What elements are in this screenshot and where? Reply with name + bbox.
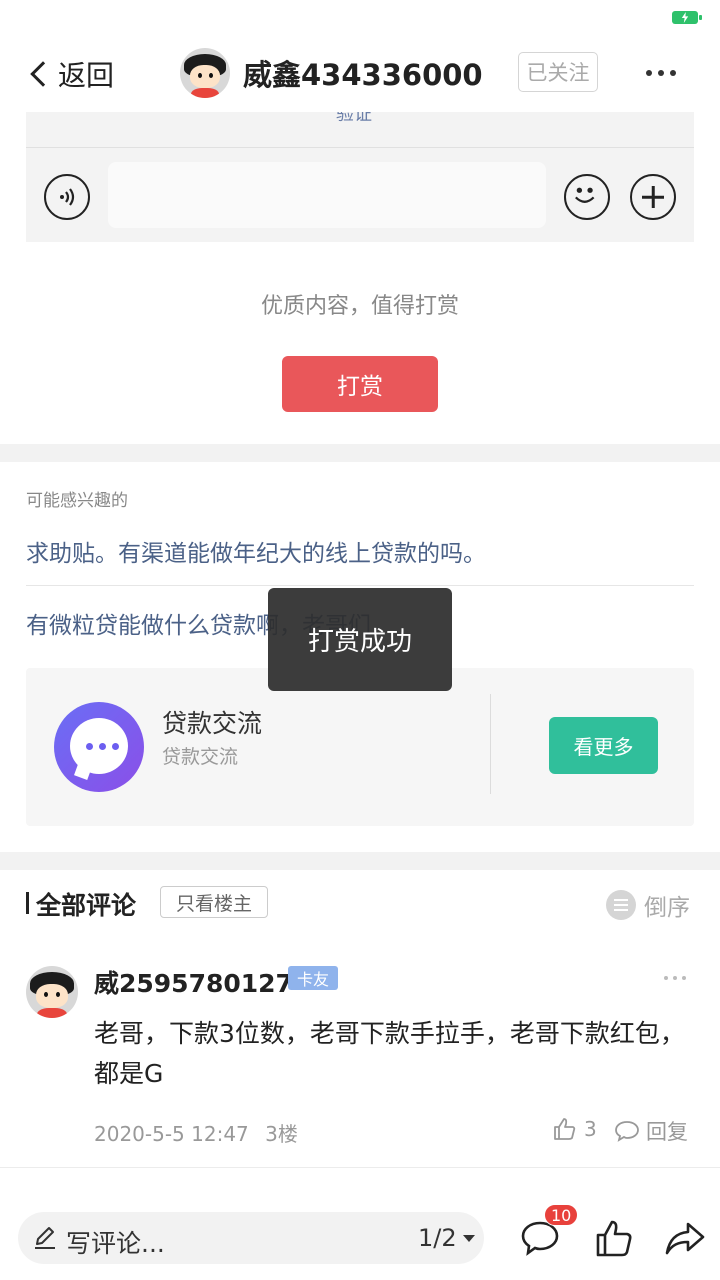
page-indicator: 1/2 xyxy=(418,1224,457,1252)
related-post-link[interactable]: 求助贴。有渠道能做年纪大的线上贷款的吗。 xyxy=(26,534,694,586)
more-dots-icon[interactable] xyxy=(664,976,686,982)
reply-icon xyxy=(615,1121,639,1142)
share-icon[interactable] xyxy=(664,1218,706,1258)
reward-button[interactable]: 打赏 xyxy=(282,356,438,412)
more-dots-icon[interactable] xyxy=(646,70,676,78)
page-selector[interactable]: 1/2 xyxy=(418,1224,475,1252)
group-name: 贷款交流 xyxy=(162,709,263,738)
comment-text: 老哥，下款3位数，老哥下款手拉手，老哥下款红包，都是G xyxy=(94,1019,685,1088)
reward-success-toast: 打赏成功 xyxy=(268,588,452,691)
comment-input-panel: 验证 xyxy=(26,112,694,242)
battery-icon xyxy=(672,11,702,24)
comment-count-badge: 10 xyxy=(544,1204,579,1226)
write-comment-placeholder: 写评论... xyxy=(66,1229,165,1258)
back-button[interactable]: 返回 xyxy=(26,54,114,94)
back-label: 返回 xyxy=(58,59,115,92)
author-name[interactable]: 威鑫434336000 xyxy=(243,52,483,94)
comment-floor: 3楼 xyxy=(265,1122,298,1146)
comment-meta: 2020-5-5 12:47 3楼 xyxy=(94,1118,298,1147)
reward-prompt: 优质内容，值得打赏 xyxy=(260,294,459,319)
comments-header: 全部评论 只看楼主 倒序 xyxy=(0,870,720,940)
voice-icon xyxy=(60,188,75,206)
group-card[interactable]: 贷款交流 贷款交流 看更多 xyxy=(26,668,694,826)
emoji-icon xyxy=(575,187,595,203)
bottom-toolbar: 写评论... 1/2 10 xyxy=(0,1194,720,1280)
divider xyxy=(490,694,491,794)
user-badge: 卡友 xyxy=(288,966,338,990)
section-divider xyxy=(0,852,720,870)
title-marker xyxy=(26,892,29,914)
thumbs-up-icon xyxy=(554,1118,576,1140)
comments-title: 全部评论 xyxy=(36,891,137,920)
nav-bar: 返回 威鑫434336000 已关注 xyxy=(0,36,720,112)
write-comment-input[interactable]: 写评论... 1/2 xyxy=(18,1212,484,1264)
caret-down-icon xyxy=(462,1234,475,1242)
emoji-button[interactable] xyxy=(564,174,610,220)
comment-date: 2020-5-5 12:47 xyxy=(94,1122,249,1146)
follow-button[interactable]: 已关注 xyxy=(518,52,598,92)
like-count: 3 xyxy=(584,1117,597,1141)
status-bar xyxy=(0,0,720,36)
back-chevron-icon xyxy=(30,61,56,87)
chat-bubble-icon xyxy=(54,702,144,792)
sort-order-toggle[interactable]: 倒序 xyxy=(606,888,690,922)
section-divider xyxy=(0,444,720,462)
comment-item: 威2595780127 卡友 老哥，下款3位数，老哥下款手拉手，老哥下款红包，都… xyxy=(0,960,720,1168)
sort-label: 倒序 xyxy=(644,895,690,921)
reply-label: 回复 xyxy=(646,1120,688,1144)
owner-only-button[interactable]: 只看楼主 xyxy=(160,886,268,918)
comment-username[interactable]: 威2595780127 xyxy=(94,964,293,1000)
reply-button[interactable]: 回复 xyxy=(614,1116,688,1146)
view-more-button[interactable]: 看更多 xyxy=(549,717,658,774)
message-text-input[interactable] xyxy=(108,162,546,228)
sort-icon xyxy=(606,890,636,920)
verify-strip: 验证 xyxy=(26,112,694,148)
avatar[interactable] xyxy=(26,966,78,1018)
related-section-title: 可能感兴趣的 xyxy=(26,491,128,511)
pencil-icon xyxy=(35,1227,55,1249)
plus-button[interactable] xyxy=(630,174,676,220)
voice-button[interactable] xyxy=(44,174,90,220)
like-button[interactable]: 3 xyxy=(552,1116,597,1142)
verify-link[interactable]: 验证 xyxy=(336,112,372,126)
author-avatar[interactable] xyxy=(180,48,230,98)
group-subtitle: 贷款交流 xyxy=(162,746,239,768)
thumbs-up-icon[interactable] xyxy=(594,1218,634,1258)
